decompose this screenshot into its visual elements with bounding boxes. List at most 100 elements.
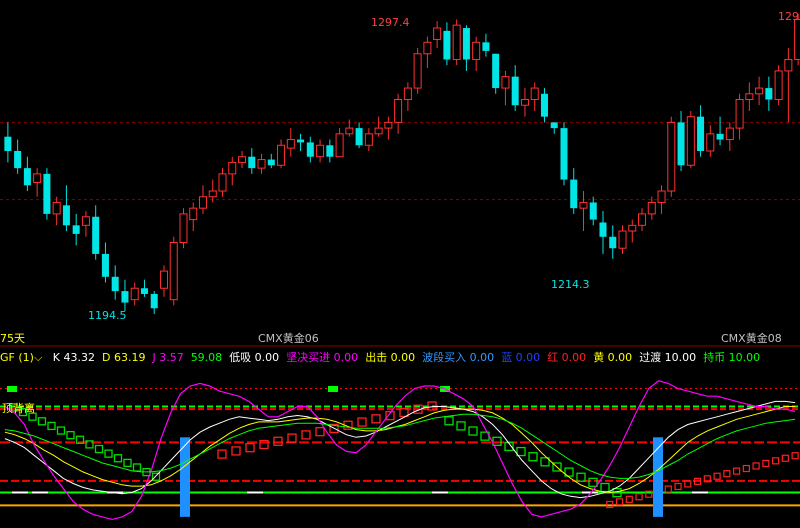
red-step-box [742, 464, 750, 473]
blue-signal-bar [653, 437, 663, 517]
candle-body [520, 99, 529, 106]
candle-body [511, 76, 519, 106]
candle-body [618, 230, 627, 249]
candle-body [530, 87, 539, 101]
candle-body [560, 128, 568, 180]
candle-body [686, 116, 695, 166]
candle-body [111, 276, 119, 292]
candle-body [169, 241, 178, 301]
red-step-box [732, 467, 741, 475]
indicator-panel [0, 380, 800, 521]
indicator-line-4 [4, 413, 796, 479]
candle-body [570, 179, 578, 209]
legend-item: 黄 0.00 [593, 351, 633, 364]
red-step-box [723, 470, 731, 478]
candle-body [667, 121, 676, 192]
candle-body [14, 150, 22, 169]
candle-body [121, 291, 129, 303]
red-step-box [762, 459, 770, 467]
candle-body [697, 116, 705, 151]
candle-body [423, 41, 432, 55]
red-step-box [674, 482, 682, 491]
candle-body [609, 236, 617, 249]
candle-body [501, 76, 510, 89]
green-marker [328, 385, 338, 392]
candle-body [403, 87, 412, 101]
green-step-box [456, 421, 466, 431]
candle-body [452, 24, 461, 60]
legend-item: K 43.32 [52, 351, 95, 364]
candle-body [238, 156, 247, 163]
green-step-box [528, 452, 538, 462]
candle-body [735, 99, 744, 129]
candle-body [677, 122, 685, 166]
candle-body [413, 53, 422, 89]
candle-body [277, 144, 286, 166]
low-price-label-2: 1214.3 [551, 278, 590, 291]
candle-body [33, 173, 42, 183]
candle-body [335, 133, 344, 158]
indicator-name[interactable]: GF (1) [0, 351, 34, 364]
candle-body [628, 224, 637, 232]
red-step-box [791, 452, 799, 460]
candle-body [43, 173, 51, 214]
red-step-box [615, 498, 624, 506]
candle-body [765, 88, 773, 100]
legend-item: 持币 10.00 [703, 351, 761, 364]
candle-body [589, 202, 597, 220]
green-step-box [104, 449, 113, 458]
red-step-box [357, 417, 367, 427]
candle-body [394, 99, 403, 123]
candle-body [257, 159, 266, 169]
red-step-box [287, 433, 297, 443]
candle-body [384, 121, 393, 129]
candle-body [638, 213, 647, 226]
right-price-label: 1298 [778, 10, 800, 23]
green-step-box [66, 431, 75, 440]
candle-body [355, 128, 363, 146]
candle-body [540, 93, 548, 117]
chevron-down-icon[interactable]: ⌵ [34, 351, 42, 364]
red-step-box [752, 462, 760, 470]
green-step-box [47, 421, 56, 431]
red-step-box [635, 493, 643, 501]
candle-body [472, 41, 481, 60]
candle-body [374, 127, 383, 135]
red-step-box [713, 472, 721, 480]
red-step-box [315, 427, 325, 437]
candle-body [92, 216, 100, 254]
candle-body [599, 222, 607, 237]
candle-body [482, 42, 490, 51]
candle-body [198, 196, 208, 209]
legend-item: 蓝 0.00 [501, 351, 541, 364]
candle-body [745, 93, 754, 101]
green-step-box [468, 426, 478, 436]
candle-body [52, 201, 61, 215]
legend-item: 过渡 10.00 [639, 351, 697, 364]
green-step-box [123, 458, 132, 468]
candle-body [248, 156, 256, 169]
candle-body [62, 205, 70, 226]
green-step-box [444, 416, 454, 426]
red-step-box [371, 414, 381, 424]
candle-body [364, 133, 373, 146]
low-price-label-1: 1194.5 [88, 309, 127, 322]
candle-body [725, 127, 734, 141]
candle-body [267, 159, 275, 166]
candle-body [784, 58, 793, 72]
green-step-box [600, 482, 610, 493]
green-step-box [94, 444, 104, 454]
candle-body [130, 287, 139, 301]
green-marker [7, 385, 17, 392]
legend-item: 低吸 0.00 [229, 351, 280, 364]
candle-body [218, 173, 227, 192]
legend-item: 59.08 [190, 351, 223, 364]
candle-body [657, 190, 666, 203]
divergence-tag: 顶背离 [2, 401, 35, 415]
red-step-box [301, 430, 311, 440]
candle-body [579, 201, 588, 209]
legend-item: 红 0.00 [547, 351, 587, 364]
red-step-box [625, 495, 633, 503]
candle-body [297, 139, 305, 143]
candle-body [462, 28, 470, 60]
